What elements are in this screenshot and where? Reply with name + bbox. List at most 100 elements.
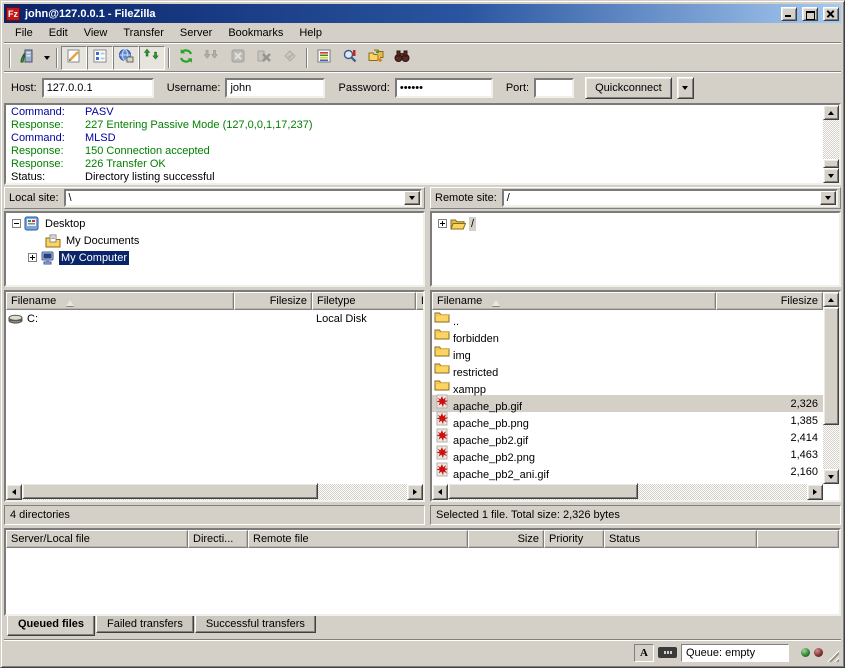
- menu-server[interactable]: Server: [172, 25, 220, 41]
- scroll-track[interactable]: [823, 425, 839, 469]
- file-row-selected[interactable]: apache_pb.gif 2,326: [432, 395, 823, 412]
- tree-item-my-documents[interactable]: My Documents: [6, 232, 423, 249]
- cancel-operation-button[interactable]: [225, 46, 251, 70]
- file-row[interactable]: apache_pb.png 1,385: [432, 412, 823, 429]
- local-site-combobox[interactable]: \: [64, 189, 422, 207]
- minimize-button[interactable]: [781, 7, 797, 21]
- file-row[interactable]: ..: [432, 310, 823, 327]
- combo-dropdown-button[interactable]: [404, 191, 420, 205]
- menu-transfer[interactable]: Transfer: [115, 25, 172, 41]
- reconnect-button[interactable]: [277, 46, 303, 70]
- local-horizontal-scrollbar[interactable]: [6, 484, 423, 500]
- remote-vertical-scrollbar[interactable]: [823, 292, 839, 484]
- username-input[interactable]: [227, 80, 323, 96]
- column-header-remote-file[interactable]: Remote file: [248, 530, 468, 548]
- file-row[interactable]: apache_pb2.gif 2,414: [432, 429, 823, 446]
- filezilla-logo-icon[interactable]: Fz: [6, 7, 20, 21]
- column-header-filename[interactable]: Filename: [6, 292, 234, 310]
- arrow-left-icon: [9, 489, 16, 495]
- toggle-remote-tree-button[interactable]: [113, 46, 139, 70]
- file-row[interactable]: apache_pb2_ani.gif 2,160: [432, 463, 823, 480]
- file-size: 1,385: [723, 415, 823, 427]
- directory-comparison-button[interactable]: [337, 46, 363, 70]
- scroll-left-button[interactable]: [6, 484, 22, 500]
- column-header-direction[interactable]: Directi...: [188, 530, 248, 548]
- process-queue-button[interactable]: [199, 46, 225, 70]
- file-row[interactable]: img: [432, 344, 823, 361]
- scroll-right-button[interactable]: [407, 484, 423, 500]
- quickconnect-button[interactable]: Quickconnect: [585, 77, 672, 99]
- combo-dropdown-button[interactable]: [820, 191, 836, 205]
- host-input[interactable]: [44, 80, 152, 96]
- column-header-filename[interactable]: Filename: [432, 292, 716, 310]
- tree-item-desktop[interactable]: Desktop: [6, 215, 423, 232]
- menu-help[interactable]: Help: [291, 25, 330, 41]
- disconnect-button[interactable]: [251, 46, 277, 70]
- scroll-right-button[interactable]: [807, 484, 823, 500]
- scroll-track[interactable]: [22, 484, 407, 500]
- maximize-button[interactable]: [802, 7, 818, 21]
- toggle-local-tree-button[interactable]: [87, 46, 113, 70]
- synchronized-browsing-button[interactable]: [363, 46, 389, 70]
- find-files-button[interactable]: [389, 46, 415, 70]
- scroll-track[interactable]: [823, 120, 839, 159]
- column-header-status[interactable]: Status: [604, 530, 757, 548]
- tree-item-label[interactable]: My Documents: [64, 234, 141, 248]
- local-site-value[interactable]: \: [66, 191, 404, 205]
- file-row[interactable]: apache_pb2.png 1,463: [432, 446, 823, 463]
- tab-queued-files[interactable]: Queued files: [7, 616, 95, 636]
- scroll-left-button[interactable]: [432, 484, 448, 500]
- tab-failed-transfers[interactable]: Failed transfers: [96, 616, 194, 633]
- file-row-c-drive[interactable]: C: Local Disk: [6, 310, 423, 327]
- scroll-thumb[interactable]: [823, 307, 839, 425]
- remote-site-value[interactable]: /: [504, 191, 820, 205]
- scroll-thumb[interactable]: [22, 483, 318, 499]
- column-header-filetype[interactable]: Filetype: [312, 292, 416, 310]
- refresh-button[interactable]: [173, 46, 199, 70]
- scroll-up-button[interactable]: [823, 292, 839, 307]
- remote-horizontal-scrollbar[interactable]: [432, 484, 823, 500]
- tree-item-label[interactable]: /: [469, 217, 476, 231]
- file-row[interactable]: xampp: [432, 378, 823, 395]
- expand-icon[interactable]: [438, 219, 447, 228]
- scroll-thumb[interactable]: [448, 483, 638, 499]
- scroll-track[interactable]: [448, 484, 807, 500]
- file-row[interactable]: forbidden: [432, 327, 823, 344]
- menu-file[interactable]: File: [7, 25, 41, 41]
- scroll-up-button[interactable]: [823, 105, 839, 120]
- column-header-filesize[interactable]: Filesize: [716, 292, 823, 310]
- menu-edit[interactable]: Edit: [41, 25, 76, 41]
- tree-item-my-computer[interactable]: My Computer: [6, 249, 423, 266]
- menu-view[interactable]: View: [76, 25, 116, 41]
- column-header-filesize[interactable]: Filesize: [234, 292, 312, 310]
- filter-button[interactable]: [311, 46, 337, 70]
- quickconnect-dropdown[interactable]: [677, 77, 694, 99]
- column-header-size[interactable]: Size: [468, 530, 544, 548]
- remote-site-combobox[interactable]: /: [502, 189, 838, 207]
- collapse-icon[interactable]: [12, 219, 21, 228]
- column-header-server-local-file[interactable]: Server/Local file: [6, 530, 188, 548]
- tab-successful-transfers[interactable]: Successful transfers: [195, 616, 316, 633]
- tree-item-root[interactable]: /: [432, 215, 839, 232]
- tree-item-label[interactable]: My Computer: [59, 251, 129, 265]
- menu-bookmarks[interactable]: Bookmarks: [220, 25, 291, 41]
- scroll-down-button[interactable]: [823, 469, 839, 484]
- site-manager-button[interactable]: [14, 46, 40, 70]
- expand-icon[interactable]: [28, 253, 37, 262]
- column-header-lastmodified[interactable]: L: [416, 292, 423, 310]
- file-size: 2,414: [723, 432, 823, 444]
- log-line: Command:MLSD: [11, 132, 821, 145]
- toggle-transfer-queue-button[interactable]: [139, 46, 165, 70]
- site-manager-dropdown[interactable]: [40, 47, 53, 69]
- close-button[interactable]: [823, 7, 839, 21]
- password-input[interactable]: [397, 80, 491, 96]
- resize-grip[interactable]: [826, 649, 839, 662]
- log-scrollbar[interactable]: [823, 105, 839, 183]
- tree-item-label[interactable]: Desktop: [43, 217, 87, 231]
- scroll-down-button[interactable]: [823, 168, 839, 183]
- file-row[interactable]: restricted: [432, 361, 823, 378]
- toggle-message-log-button[interactable]: [61, 46, 87, 70]
- port-input[interactable]: [536, 80, 572, 96]
- scroll-thumb[interactable]: [823, 159, 839, 168]
- column-header-priority[interactable]: Priority: [544, 530, 604, 548]
